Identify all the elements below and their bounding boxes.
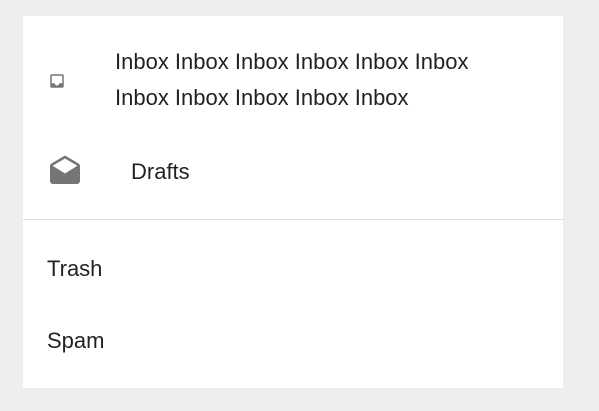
list-item-trash[interactable]: Trash — [23, 233, 563, 305]
drafts-icon — [47, 154, 83, 190]
inbox-icon — [47, 71, 67, 91]
list-item-inbox[interactable]: Inbox Inbox Inbox Inbox Inbox Inbox Inbo… — [23, 32, 563, 132]
list-divider — [23, 219, 563, 220]
list-item-label: Trash — [47, 256, 103, 281]
list-item-spam[interactable]: Spam — [23, 305, 563, 377]
list-item-label: Drafts — [131, 159, 190, 184]
list-item-label: Spam — [47, 328, 105, 353]
mail-folder-list: Inbox Inbox Inbox Inbox Inbox Inbox Inbo… — [23, 16, 563, 388]
list-item-label: Inbox Inbox Inbox Inbox Inbox Inbox Inbo… — [115, 49, 469, 110]
list-item-drafts[interactable]: Drafts — [23, 136, 563, 208]
